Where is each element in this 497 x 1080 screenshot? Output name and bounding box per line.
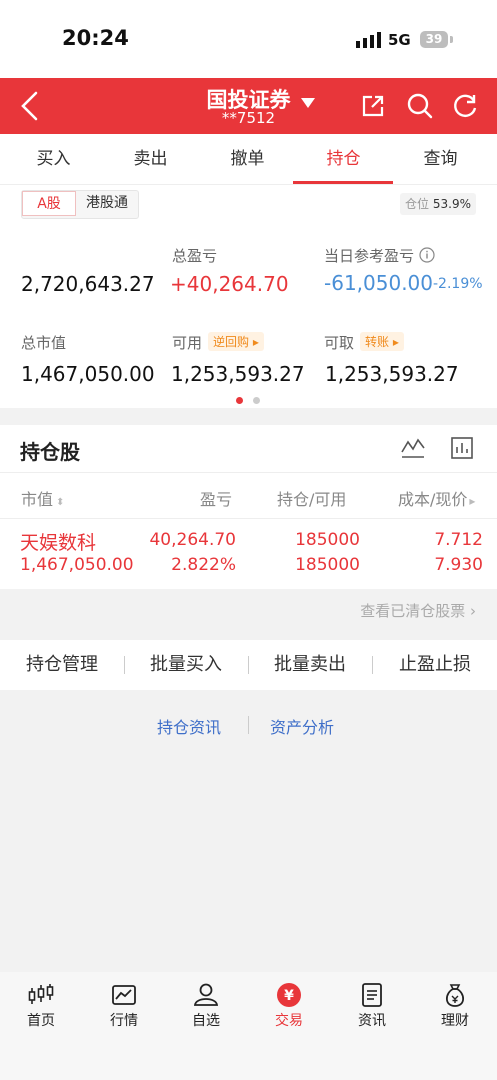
stock-available: 185000	[295, 555, 360, 575]
battery-icon: 39	[420, 31, 448, 48]
info-icon[interactable]	[419, 247, 435, 263]
yuan-icon: ¥	[277, 983, 301, 1007]
batch-sell-button[interactable]: 批量卖出	[248, 640, 372, 690]
stock-price: 7.930	[434, 555, 483, 575]
position-ratio-badge: 仓位 53.9%	[400, 193, 476, 215]
svg-text:¥: ¥	[284, 988, 294, 1004]
stock-profit: 40,264.70	[149, 530, 236, 550]
user-icon	[193, 983, 219, 1006]
nav-home[interactable]: 首页	[6, 982, 76, 1030]
daily-pl-label: 当日参考盈亏	[324, 245, 435, 266]
nav-label: 首页	[27, 1013, 55, 1029]
line-chart-icon[interactable]	[400, 436, 426, 460]
nav-label: 行情	[110, 1013, 138, 1029]
col-position[interactable]: 持仓/可用	[277, 486, 346, 510]
tab-buy[interactable]: 买入	[4, 134, 103, 184]
active-tab-indicator	[293, 181, 393, 184]
battery-tip	[450, 36, 453, 43]
transfer-link[interactable]: 转账 ▸	[360, 332, 404, 351]
divider	[248, 716, 249, 734]
tab-query[interactable]: 查询	[391, 134, 490, 184]
market-value-label: 总市值	[21, 334, 67, 352]
bar-chart-icon[interactable]	[450, 436, 474, 460]
caret-down-icon[interactable]	[300, 96, 316, 110]
col-profit[interactable]: 盈亏	[200, 486, 232, 510]
tab-positions[interactable]: 持仓	[294, 134, 393, 184]
trade-tabs: 买入 卖出 撤单 持仓 查询	[0, 134, 497, 185]
share-icon[interactable]	[360, 93, 386, 119]
reverse-repo-link[interactable]: 逆回购 ▸	[208, 332, 264, 351]
market-value: 1,467,050.00	[21, 362, 155, 386]
chevron-right-icon: ›	[470, 602, 476, 620]
page-dot[interactable]	[253, 397, 260, 404]
nav-market[interactable]: 行情	[89, 982, 159, 1030]
nav-label: 理财	[441, 1013, 469, 1029]
document-icon	[362, 983, 382, 1007]
app-header: 国投证券 **7512	[0, 78, 497, 134]
stock-profit-percent: 2.822%	[171, 555, 236, 575]
stock-name: 天娱数科	[20, 532, 97, 554]
divider	[0, 472, 497, 473]
total-pl-label: 总盈亏	[172, 247, 218, 265]
search-icon[interactable]	[406, 92, 434, 120]
total-pl-value: +40,264.70	[170, 272, 289, 296]
available-value: 1,253,593.27	[171, 362, 305, 386]
nav-label: 交易	[275, 1013, 303, 1029]
chevron-right-icon: ▸	[469, 494, 476, 508]
stock-position: 185000	[295, 530, 360, 550]
stock-cost: 7.712	[434, 530, 483, 550]
position-management-button[interactable]: 持仓管理	[0, 640, 124, 690]
holdings-info-link[interactable]: 持仓资讯	[157, 714, 221, 738]
withdrawable-label: 可取 转账 ▸	[324, 332, 404, 353]
nav-label: 资讯	[358, 1013, 386, 1029]
tab-cancel[interactable]: 撤单	[198, 134, 297, 184]
money-bag-icon	[445, 984, 465, 1007]
nav-label: 自选	[192, 1013, 220, 1029]
trend-chart-icon	[112, 985, 136, 1005]
daily-pl-value: -61,050.00	[324, 271, 434, 295]
batch-buy-button[interactable]: 批量买入	[124, 640, 248, 690]
sort-icon: ⬍	[56, 497, 65, 508]
tab-a-share[interactable]: A股	[22, 191, 76, 216]
network-label: 5G	[388, 31, 411, 49]
nav-news[interactable]: 资讯	[337, 982, 407, 1030]
col-cost-price[interactable]: 成本/现价 ▸	[398, 486, 475, 510]
col-market-value[interactable]: 市值 ⬍	[21, 486, 64, 510]
page-dot-active[interactable]	[236, 397, 243, 404]
nav-wealth[interactable]: 理财	[420, 982, 490, 1030]
total-assets-value: 2,720,643.27	[21, 272, 155, 296]
divider	[0, 518, 497, 519]
tab-hk-connect[interactable]: 港股通	[78, 191, 136, 216]
nav-trade[interactable]: ¥ 交易	[254, 982, 324, 1030]
asset-analysis-link[interactable]: 资产分析	[270, 714, 334, 738]
status-bar: 20:24 5G 39	[0, 0, 497, 78]
nav-watchlist[interactable]: 自选	[171, 982, 241, 1030]
tab-sell[interactable]: 卖出	[101, 134, 200, 184]
daily-pl-percent: -2.19%	[433, 276, 483, 292]
refresh-icon[interactable]	[451, 92, 479, 120]
withdrawable-value: 1,253,593.27	[325, 362, 459, 386]
holdings-title: 持仓股	[20, 440, 80, 464]
signal-icon	[356, 32, 381, 48]
cleared-stocks-link[interactable]: 查看已清仓股票 ›	[0, 600, 476, 621]
take-profit-stop-loss-button[interactable]: 止盈止损	[373, 640, 497, 690]
candlestick-icon	[28, 984, 54, 1004]
status-time: 20:24	[62, 26, 129, 50]
available-label: 可用 逆回购 ▸	[172, 332, 264, 353]
